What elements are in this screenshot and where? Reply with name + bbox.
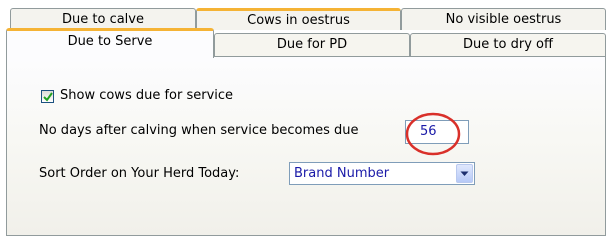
tab-cows-in-oestrus[interactable]: Cows in oestrus — [196, 8, 401, 30]
tab-label: Due to calve — [62, 12, 144, 27]
sort-order-dropdown[interactable]: Brand Number — [289, 162, 475, 185]
tab-due-to-dry-off[interactable]: Due to dry off — [410, 33, 606, 56]
show-cows-label[interactable]: Show cows due for service — [60, 88, 233, 103]
days-after-calving-label: No days after calving when service becom… — [39, 123, 359, 138]
tab-label: Due to dry off — [463, 37, 553, 52]
dropdown-arrow-icon — [460, 171, 469, 176]
tab-control: Due to calve Cows in oestrus No visible … — [0, 0, 614, 242]
tab-label: Due for PD — [276, 37, 348, 52]
tab-label: No visible oestrus — [445, 12, 562, 27]
tab-label: Cows in oestrus — [247, 13, 350, 28]
sort-order-label: Sort Order on Your Herd Today: — [39, 166, 240, 181]
tab-no-visible-oestrus[interactable]: No visible oestrus — [401, 8, 606, 30]
tab-label: Due to Serve — [67, 34, 153, 49]
sort-order-value: Brand Number — [294, 166, 390, 181]
tab-due-to-calve[interactable]: Due to calve — [10, 8, 196, 30]
days-after-calving-input[interactable]: 56 — [405, 120, 469, 144]
tab-panel-due-to-serve: Show cows due for service No days after … — [6, 56, 606, 236]
tab-due-for-pd[interactable]: Due for PD — [214, 33, 410, 56]
tab-due-to-serve[interactable]: Due to Serve — [6, 28, 214, 58]
dropdown-button[interactable] — [456, 164, 473, 183]
show-cows-checkbox[interactable] — [41, 90, 54, 103]
checkmark-icon — [43, 92, 53, 102]
